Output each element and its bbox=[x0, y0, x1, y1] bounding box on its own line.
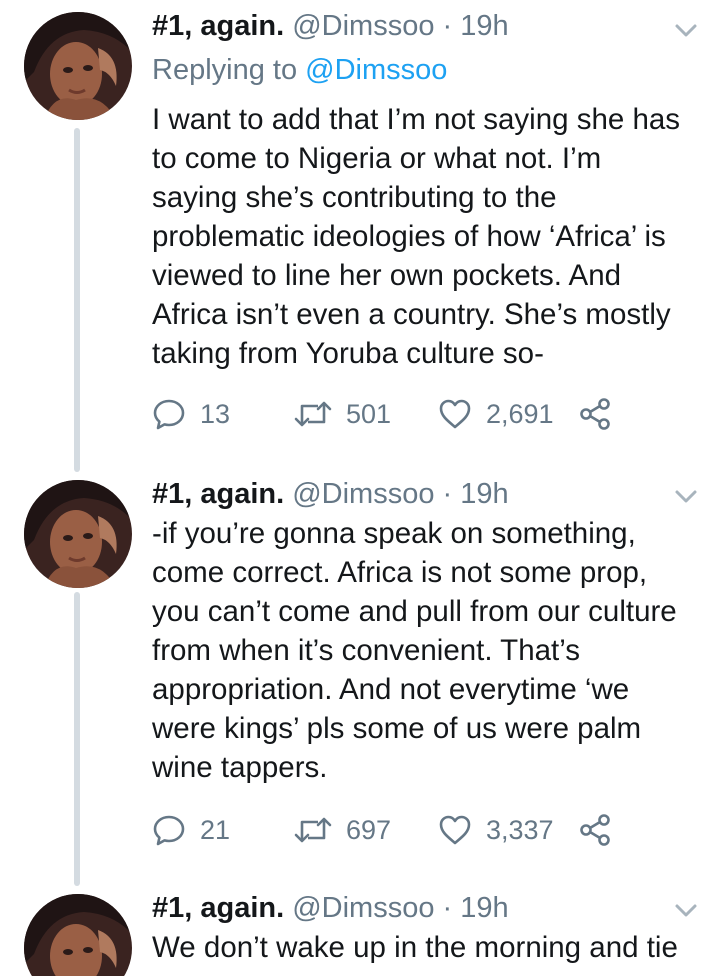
display-name[interactable]: #1, again. bbox=[152, 10, 284, 42]
timestamp[interactable]: 19h bbox=[460, 10, 508, 42]
tweet-text-line: We don’t wake up in the morning and tie bbox=[152, 931, 678, 964]
tweet-text-line: come correct. Africa is not some prop, bbox=[152, 556, 648, 589]
avatar[interactable] bbox=[24, 12, 132, 120]
share-icon bbox=[580, 814, 610, 846]
like-count: 3,337 bbox=[486, 814, 554, 845]
reply-icon bbox=[153, 815, 185, 846]
tweet-thread: #1, again. @Dimssoo · 19h Replying to @D… bbox=[0, 0, 720, 976]
tweet-header: #1, again. @Dimssoo · 19h bbox=[152, 886, 509, 930]
chevron-down-icon[interactable] bbox=[667, 478, 705, 516]
tweet[interactable]: #1, again. @Dimssoo · 19h Replying to @D… bbox=[0, 0, 720, 472]
heart-icon bbox=[439, 815, 471, 845]
tweet-text-line: Africa isn’t even a country. She’s mostl… bbox=[152, 298, 671, 331]
like-button[interactable]: 3,337 bbox=[438, 808, 554, 852]
timestamp[interactable]: 19h bbox=[460, 892, 508, 924]
chevron-down-icon[interactable] bbox=[667, 892, 705, 930]
user-handle[interactable]: @Dimssoo bbox=[292, 892, 434, 924]
share-button[interactable] bbox=[578, 808, 612, 852]
reply-count: 21 bbox=[200, 814, 231, 845]
user-handle[interactable]: @Dimssoo bbox=[292, 478, 434, 510]
retweet-count: 697 bbox=[346, 814, 392, 845]
tweet-text-line: from when it’s convenient. That’s bbox=[152, 634, 580, 667]
user-handle[interactable]: @Dimssoo bbox=[292, 10, 434, 42]
tweet-text-line: appropriation. And not everytime ‘we bbox=[152, 673, 630, 706]
tweet-text-line: to come to Nigeria or what not. I’m bbox=[152, 142, 602, 175]
replying-to-link[interactable]: @Dimssoo bbox=[305, 54, 447, 86]
retweet-icon bbox=[294, 817, 332, 843]
tweet-text: -if you’re gonna speak on something, com… bbox=[152, 514, 702, 787]
tweet-text-line: -if you’re gonna speak on something, bbox=[152, 517, 636, 550]
retweet-icon bbox=[294, 401, 332, 427]
tweet-text-line: saying she’s contributing to the bbox=[152, 181, 557, 214]
tweet-text-line: were kings’ pls some of us were palm bbox=[152, 712, 642, 745]
reply-icon bbox=[153, 399, 185, 430]
tweet-text-line: wine tappers. bbox=[152, 751, 328, 784]
retweet-button[interactable]: 697 bbox=[294, 808, 391, 852]
reply-button[interactable]: 13 bbox=[152, 392, 230, 436]
like-count: 2,691 bbox=[486, 398, 554, 429]
tweet-text: We don’t wake up in the morning and tie bbox=[152, 928, 702, 967]
tweet-actions: 13 501 2,691 bbox=[152, 392, 672, 436]
tweet[interactable]: #1, again. @Dimssoo · 19h We don’t wake … bbox=[0, 886, 720, 976]
timestamp[interactable]: 19h bbox=[460, 478, 508, 510]
tweet-text-line: you can’t come and pull from our culture bbox=[152, 595, 677, 628]
tweet-text: I want to add that I’m not saying she ha… bbox=[152, 100, 702, 373]
reply-button[interactable]: 21 bbox=[152, 808, 230, 852]
replying-to: Replying to @Dimssoo bbox=[152, 48, 447, 92]
avatar[interactable] bbox=[24, 480, 132, 588]
thread-line bbox=[74, 128, 80, 472]
heart-icon bbox=[439, 399, 471, 429]
tweet-header: #1, again. @Dimssoo · 19h bbox=[152, 4, 509, 48]
tweet[interactable]: #1, again. @Dimssoo · 19h -if you’re gon… bbox=[0, 472, 720, 886]
thread-line bbox=[74, 592, 80, 886]
tweet-header: #1, again. @Dimssoo · 19h bbox=[152, 472, 509, 516]
tweet-text-line: viewed to line her own pockets. And bbox=[152, 259, 622, 292]
separator: · bbox=[442, 478, 453, 510]
tweet-text-line: I want to add that I’m not saying she ha… bbox=[152, 103, 681, 136]
chevron-down-icon[interactable] bbox=[667, 12, 705, 50]
separator: · bbox=[442, 892, 453, 924]
retweet-button[interactable]: 501 bbox=[294, 392, 391, 436]
tweet-actions: 21 697 3,337 bbox=[152, 808, 672, 852]
retweet-count: 501 bbox=[346, 398, 392, 429]
replying-to-label: Replying to bbox=[152, 54, 298, 86]
display-name[interactable]: #1, again. bbox=[152, 478, 284, 510]
tweet-text-line: problematic ideologies of how ‘Africa’ i… bbox=[152, 220, 666, 253]
reply-count: 13 bbox=[200, 398, 231, 429]
display-name[interactable]: #1, again. bbox=[152, 892, 284, 924]
avatar[interactable] bbox=[24, 894, 132, 976]
like-button[interactable]: 2,691 bbox=[438, 392, 554, 436]
share-icon bbox=[580, 398, 610, 430]
tweet-text-line: taking from Yoruba culture so- bbox=[152, 337, 544, 370]
separator: · bbox=[442, 10, 453, 42]
share-button[interactable] bbox=[578, 392, 612, 436]
